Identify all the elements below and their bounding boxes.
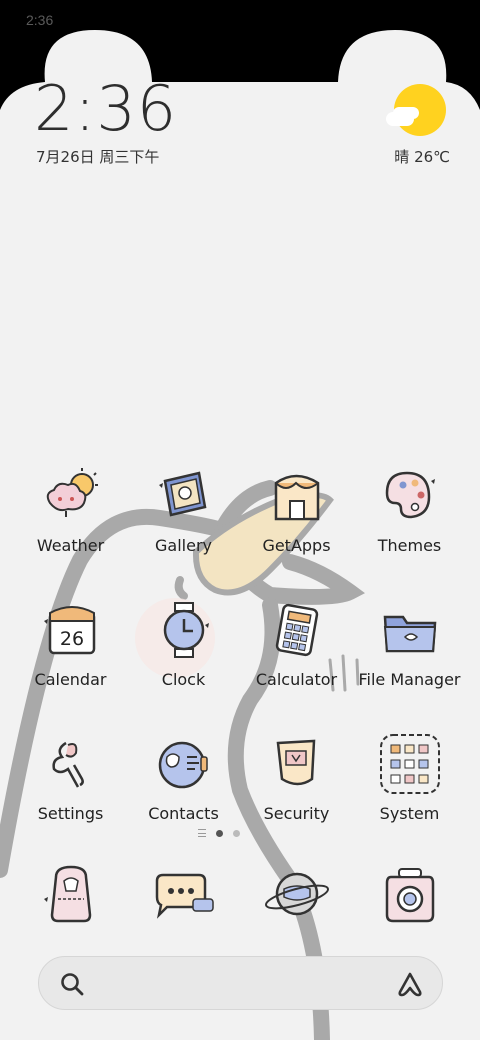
- calendar-day: 26: [59, 628, 83, 650]
- gallery-frame-icon: [148, 460, 220, 532]
- dock-app-browser[interactable]: [240, 858, 353, 930]
- app-label: System: [379, 804, 440, 823]
- search-icon[interactable]: [59, 971, 85, 997]
- dock-app-camera[interactable]: [353, 858, 466, 930]
- clock-icon: [148, 594, 220, 666]
- app-label: GetApps: [262, 536, 331, 555]
- app-weather[interactable]: Weather: [14, 460, 127, 555]
- app-contacts[interactable]: Contacts: [127, 728, 240, 823]
- backpack-icon: [35, 858, 107, 930]
- app-label: Calculator: [255, 670, 338, 689]
- app-label: Weather: [36, 536, 105, 555]
- app-system[interactable]: System: [353, 728, 466, 823]
- app-getapps[interactable]: GetApps: [240, 460, 353, 555]
- app-calculator[interactable]: Calculator: [240, 594, 353, 689]
- sun-icon: [394, 84, 446, 136]
- calendar-icon: 26: [35, 594, 107, 666]
- calculator-icon: [261, 594, 333, 666]
- weather-cloud-sun-icon: [35, 460, 107, 532]
- getapps-store-icon: [261, 460, 333, 532]
- app-gallery[interactable]: Gallery: [127, 460, 240, 555]
- settings-ribbon-icon: [35, 728, 107, 800]
- camera-icon: [374, 858, 446, 930]
- planet-icon: [261, 858, 333, 930]
- app-settings[interactable]: Settings: [14, 728, 127, 823]
- page-indicator[interactable]: [198, 829, 240, 837]
- app-clock[interactable]: Clock: [127, 594, 240, 689]
- weather-text: 晴 26℃: [394, 148, 450, 166]
- app-label: Clock: [161, 670, 206, 689]
- app-label: Contacts: [148, 804, 219, 823]
- system-folder-icon: [374, 728, 446, 800]
- weather-widget[interactable]: 晴 26℃: [374, 82, 454, 172]
- dock-app-messages[interactable]: [127, 858, 240, 930]
- status-bar-time: 2:36: [26, 12, 54, 28]
- clock-widget-date[interactable]: 7月26日 周三下午: [36, 146, 159, 167]
- app-label: File Manager: [358, 670, 461, 689]
- app-label: Calendar: [34, 670, 107, 689]
- app-grid: Weather Gallery GetApps Themes 26 Calend…: [14, 460, 466, 823]
- dock: [14, 858, 466, 930]
- page-dot-active: [216, 829, 223, 837]
- app-label: Settings: [37, 804, 104, 823]
- palette-icon: [374, 460, 446, 532]
- message-bubble-icon: [148, 858, 220, 930]
- app-label: Security: [263, 804, 330, 823]
- app-file-manager[interactable]: File Manager: [353, 594, 466, 689]
- contacts-icon: [148, 728, 220, 800]
- app-label: Gallery: [155, 536, 212, 555]
- search-bar[interactable]: [38, 956, 443, 1010]
- security-shield-icon: [261, 728, 333, 800]
- cloud-icon: [386, 112, 414, 126]
- folder-icon: [374, 594, 446, 666]
- app-label: Themes: [377, 536, 442, 555]
- dock-app-backpack[interactable]: [14, 858, 127, 930]
- app-security[interactable]: Security: [240, 728, 353, 823]
- clock-widget-time[interactable]: 2:36: [34, 78, 177, 140]
- app-themes[interactable]: Themes: [353, 460, 466, 555]
- menu-lines-icon: [198, 829, 206, 837]
- app-calendar[interactable]: 26 Calendar: [14, 594, 127, 689]
- page-dot: [233, 829, 240, 837]
- assistant-icon[interactable]: [396, 970, 424, 998]
